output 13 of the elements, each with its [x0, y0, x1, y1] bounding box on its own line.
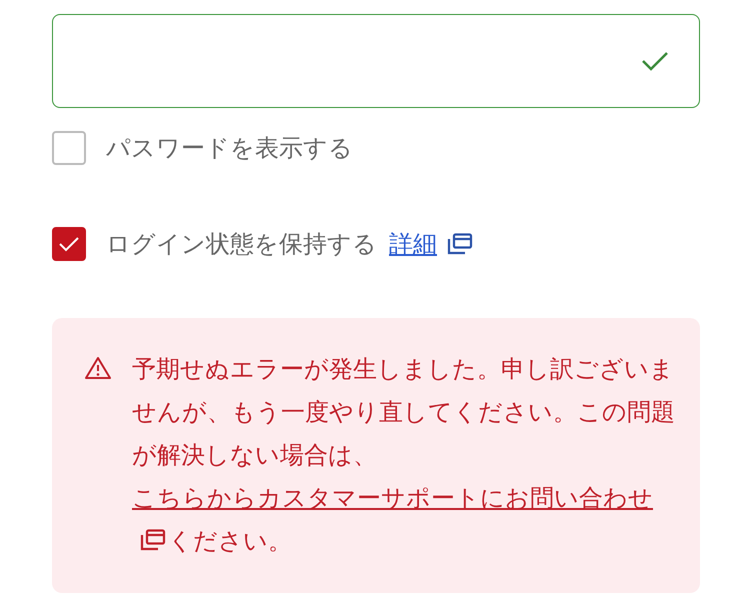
check-icon [58, 236, 80, 252]
warning-icon [84, 356, 112, 380]
checkbox[interactable] [52, 131, 86, 165]
error-message: 予期せぬエラーが発生しました。申し訳ございませんが、もう一度やり直してください。この問題が解決しない場合は、 こちらからカスタマーサポートにお問い合わせ ください。 [132, 354, 676, 557]
checkbox-label: パスワードを表示する [106, 133, 353, 164]
checkbox-label: ログイン状態を保持する [106, 229, 377, 260]
check-icon [641, 50, 669, 72]
customer-support-link[interactable]: こちらからカスタマーサポートにお問い合わせ [132, 484, 653, 512]
checkbox[interactable] [52, 227, 86, 261]
password-field[interactable] [52, 14, 700, 108]
external-window-icon [447, 233, 473, 255]
details-link[interactable]: 詳細 [389, 228, 437, 260]
external-window-icon [140, 529, 166, 551]
